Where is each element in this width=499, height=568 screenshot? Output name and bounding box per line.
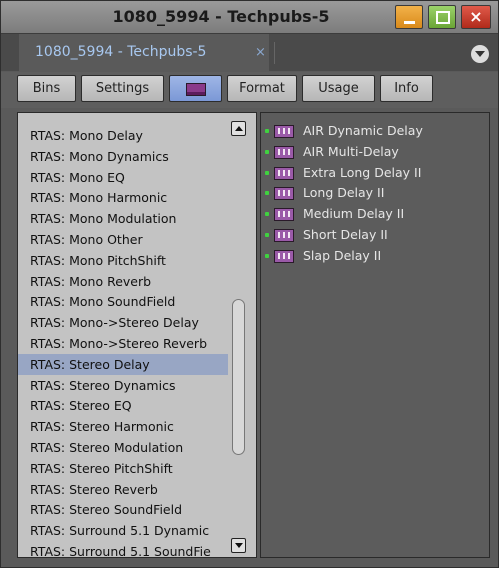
effect-list: AIR Dynamic Delay AIR Multi-Delay Extra Lo… bbox=[260, 112, 490, 558]
effect-item[interactable]: Slap Delay II bbox=[261, 246, 487, 266]
category-item[interactable]: RTAS: Stereo Delay bbox=[18, 353, 228, 375]
effect-item[interactable]: Long Delay II bbox=[261, 183, 487, 203]
tab-bin[interactable]: 1080_5994 - Techpubs-5 × bbox=[19, 34, 269, 71]
category-item[interactable]: RTAS: Stereo Dynamics bbox=[18, 375, 228, 396]
audio-plugin-icon bbox=[274, 249, 294, 263]
effect-item[interactable]: Extra Long Delay II bbox=[261, 163, 487, 183]
status-indicator-icon bbox=[265, 253, 269, 258]
category-item[interactable]: RTAS: Stereo Modulation bbox=[18, 437, 228, 458]
minimize-button[interactable] bbox=[395, 5, 423, 29]
settings-button[interactable]: Settings bbox=[81, 75, 164, 102]
audio-plugin-icon bbox=[274, 229, 294, 242]
effect-label: AIR Dynamic Delay bbox=[303, 123, 423, 138]
category-item[interactable]: RTAS: Stereo PitchShift bbox=[18, 458, 228, 479]
category-item[interactable]: RTAS: Mono->Stereo Delay bbox=[18, 312, 228, 333]
window-title: 1080_5994 - Techpubs-5 bbox=[112, 7, 330, 26]
category-item[interactable]: RTAS: Mono->Stereo Reverb bbox=[18, 333, 228, 354]
usage-button[interactable]: Usage bbox=[302, 75, 375, 102]
effect-label: Short Delay II bbox=[303, 227, 388, 242]
info-button[interactable]: Info bbox=[380, 75, 433, 102]
category-item[interactable]: RTAS: Stereo EQ bbox=[18, 395, 228, 416]
maximize-button[interactable] bbox=[428, 5, 456, 29]
status-indicator-icon bbox=[265, 129, 269, 133]
toolbar: Bins Settings Format Usage Info bbox=[1, 72, 498, 108]
effect-label: AIR Multi-Delay bbox=[303, 143, 399, 159]
tab-divider bbox=[274, 42, 275, 64]
category-item[interactable]: RTAS: Mono SoundField bbox=[18, 291, 228, 312]
category-item[interactable]: RTAS: Stereo Reverb bbox=[18, 479, 228, 500]
effect-label: Long Delay II bbox=[303, 185, 385, 201]
effect-item[interactable]: Short Delay II bbox=[261, 225, 487, 245]
bin-window: 1080_5994 - Techpubs-5 × 1080_5994 - Tec… bbox=[0, 0, 499, 568]
status-indicator-icon bbox=[265, 233, 269, 237]
effect-label: Medium Delay II bbox=[303, 206, 405, 222]
panel-menu-icon[interactable] bbox=[471, 45, 489, 63]
title-bar[interactable]: 1080_5994 - Techpubs-5 × bbox=[1, 1, 498, 34]
close-icon: × bbox=[469, 7, 483, 26]
category-item[interactable]: RTAS: Mono Reverb bbox=[18, 271, 228, 292]
close-button[interactable]: × bbox=[461, 5, 491, 29]
effect-item[interactable]: AIR Multi-Delay bbox=[261, 142, 487, 162]
effect-palette-button[interactable] bbox=[169, 75, 222, 102]
category-item[interactable]: RTAS: Mono EQ bbox=[18, 167, 228, 188]
status-indicator-icon bbox=[265, 191, 269, 196]
category-item[interactable]: RTAS: Mono Modulation bbox=[18, 208, 228, 229]
bins-button[interactable]: Bins bbox=[17, 75, 76, 102]
audio-plugin-icon bbox=[274, 166, 294, 180]
effect-label: Extra Long Delay II bbox=[303, 164, 422, 180]
scroll-up-icon[interactable] bbox=[231, 121, 246, 136]
audio-plugin-icon bbox=[274, 145, 294, 159]
format-button[interactable]: Format bbox=[227, 75, 297, 102]
category-item[interactable]: RTAS: Stereo SoundField bbox=[18, 499, 228, 520]
category-item[interactable]: RTAS: Mono Harmonic bbox=[18, 187, 228, 208]
audio-plugin-icon bbox=[274, 125, 294, 138]
minimize-icon bbox=[396, 6, 422, 28]
category-item[interactable]: RTAS: Surround 5.1 Dynamic bbox=[18, 520, 228, 541]
scroll-thumb[interactable] bbox=[232, 299, 245, 455]
audio-plugin-icon bbox=[274, 187, 294, 201]
tab-label: 1080_5994 - Techpubs-5 bbox=[35, 44, 207, 60]
status-indicator-icon bbox=[265, 149, 269, 154]
category-item[interactable]: RTAS: Mono Dynamics bbox=[18, 146, 228, 167]
category-item[interactable]: RTAS: Stereo Harmonic bbox=[18, 416, 228, 437]
status-indicator-icon bbox=[265, 212, 269, 217]
tab-close-icon[interactable]: × bbox=[255, 34, 266, 71]
effect-label: Slap Delay II bbox=[303, 247, 382, 263]
category-item[interactable]: RTAS: Surround 5.1 SoundFie bbox=[18, 541, 228, 557]
category-list: RTAS: Mono Delay RTAS: Mono Dynamics RTAS:… bbox=[17, 112, 257, 558]
category-item[interactable]: RTAS: Mono Delay bbox=[18, 125, 228, 146]
effect-item[interactable]: AIR Dynamic Delay bbox=[261, 121, 487, 141]
effect-swatch-icon bbox=[185, 83, 206, 96]
scroll-down-icon[interactable] bbox=[231, 538, 246, 553]
category-item[interactable]: RTAS: Mono PitchShift bbox=[18, 250, 228, 271]
effect-item[interactable]: Medium Delay II bbox=[261, 204, 487, 224]
maximize-icon bbox=[429, 6, 455, 28]
audio-plugin-icon bbox=[274, 208, 294, 222]
category-scrollbar[interactable] bbox=[231, 121, 249, 553]
category-item[interactable]: RTAS: Mono Other bbox=[18, 229, 228, 250]
tab-bar: 1080_5994 - Techpubs-5 × bbox=[1, 34, 498, 71]
status-indicator-icon bbox=[265, 170, 269, 175]
